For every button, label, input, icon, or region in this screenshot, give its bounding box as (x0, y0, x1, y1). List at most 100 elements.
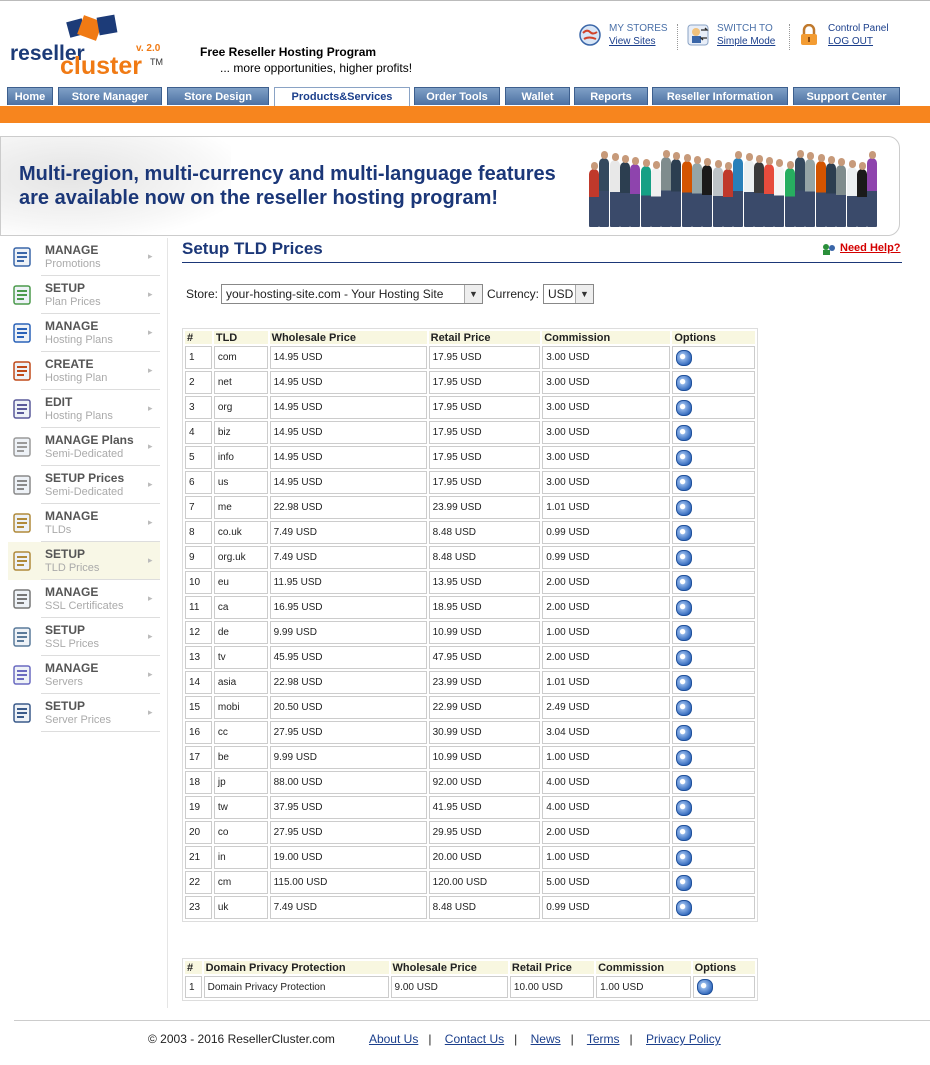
col-header-service: Domain Privacy Protection (203, 961, 389, 974)
person-figure (867, 151, 878, 227)
view-sites-link[interactable]: View Sites (609, 36, 656, 47)
table-cell-options (672, 796, 755, 819)
table-row: 5 info 14.95 USD 17.95 USD 3.00 USD (185, 446, 755, 469)
footer-link-terms[interactable]: Terms (587, 1032, 620, 1046)
table-cell: 19 (185, 796, 212, 819)
table-cell: 16.95 USD (269, 596, 427, 619)
edit-options-icon[interactable] (676, 699, 693, 716)
edit-options-icon[interactable] (676, 399, 693, 416)
table-cell: jp (213, 771, 268, 794)
edit-options-icon[interactable] (676, 749, 693, 766)
edit-options-icon[interactable] (676, 824, 693, 841)
table-cell: de (213, 621, 268, 644)
tab-support-center[interactable]: Support Center (793, 87, 900, 105)
edit-options-icon[interactable] (676, 874, 693, 891)
tab-store-design[interactable]: Store Design (167, 87, 269, 105)
person-head (714, 160, 722, 168)
tab-reports[interactable]: Reports (574, 87, 648, 105)
sidebar-item[interactable]: MANAGE TLDs ▸ (8, 504, 160, 542)
sidebar-item[interactable]: CREATE Hosting Plan ▸ (8, 352, 160, 390)
sidebar-item[interactable]: SETUP TLD Prices ▸ (8, 542, 160, 580)
table-cell: us (213, 471, 268, 494)
tab-home[interactable]: Home (7, 87, 53, 105)
sidebar-item[interactable]: MANAGE Hosting Plans ▸ (8, 314, 160, 352)
chevron-right-icon: ▸ (148, 327, 153, 337)
edit-options-icon[interactable] (676, 574, 693, 591)
simple-mode-link[interactable]: Simple Mode (717, 36, 775, 47)
edit-options-icon[interactable] (676, 599, 693, 616)
logo[interactable]: reseller cluster v. 2.0 TM (8, 14, 168, 80)
person-head (745, 153, 753, 161)
footer-link-about[interactable]: About Us (369, 1032, 418, 1046)
table-cell: 92.00 USD (428, 771, 541, 794)
edit-options-icon[interactable] (676, 474, 693, 491)
edit-options-icon[interactable] (676, 374, 693, 391)
footer-link-news[interactable]: News (531, 1032, 561, 1046)
tab-store-manager[interactable]: Store Manager (58, 87, 162, 105)
table-cell: cm (213, 871, 268, 894)
table-cell: 18.95 USD (428, 596, 541, 619)
sidebar-item[interactable]: SETUP Prices Semi-Dedicated ▸ (8, 466, 160, 504)
person-head (766, 157, 774, 165)
table-cell-options (672, 871, 755, 894)
edit-options-icon[interactable] (676, 724, 693, 741)
table-cell: 14.95 USD (269, 371, 427, 394)
sidebar-item-title: SETUP (45, 547, 86, 561)
sidebar-item[interactable]: MANAGE Servers ▸ (8, 656, 160, 694)
edit-options-icon[interactable] (676, 349, 693, 366)
table-row: 20 co 27.95 USD 29.95 USD 2.00 USD (185, 821, 755, 844)
money-icon (13, 285, 31, 305)
table-row: 16 cc 27.95 USD 30.99 USD 3.04 USD (185, 721, 755, 744)
table-cell-options (672, 721, 755, 744)
chevron-right-icon: ▸ (148, 365, 153, 375)
sidebar-item[interactable]: MANAGE Promotions ▸ (8, 238, 160, 276)
sidebar-item[interactable]: EDIT Hosting Plans ▸ (8, 390, 160, 428)
need-help-link[interactable]: Need Help? (821, 242, 901, 255)
sidebar-item[interactable]: MANAGE Plans Semi-Dedicated ▸ (8, 428, 160, 466)
store-select[interactable]: your-hosting-site.com - Your Hosting Sit… (221, 284, 483, 304)
sidebar-item[interactable]: SETUP Plan Prices ▸ (8, 276, 160, 314)
tab-wallet[interactable]: Wallet (505, 87, 570, 105)
table-cell: 10 (185, 571, 212, 594)
table-cell: 4.00 USD (542, 771, 671, 794)
edit-options-icon[interactable] (676, 799, 693, 816)
people-group-image (589, 147, 879, 227)
sidebar-item[interactable]: SETUP SSL Prices ▸ (8, 618, 160, 656)
table-cell: 17.95 USD (428, 471, 541, 494)
table-row: 1 Domain Privacy Protection 9.00 USD 10.00 … (185, 976, 755, 998)
edit-options-icon[interactable] (676, 499, 693, 516)
table-cell: 1.00 USD (596, 976, 691, 998)
tab-reseller-information[interactable]: Reseller Information (652, 87, 788, 105)
footer-link-contact[interactable]: Contact Us (445, 1032, 504, 1046)
sidebar-item[interactable]: MANAGE SSL Certificates ▸ (8, 580, 160, 618)
tab-order-tools[interactable]: Order Tools (414, 87, 500, 105)
edit-options-icon[interactable] (676, 674, 693, 691)
table-cell-options (672, 521, 755, 544)
edit-options-icon[interactable] (696, 979, 713, 995)
edit-options-icon[interactable] (676, 774, 693, 791)
person-head (611, 153, 619, 161)
sidebar-item[interactable]: SETUP Server Prices ▸ (8, 694, 160, 732)
table-cell: 37.95 USD (269, 796, 427, 819)
table-cell-options (672, 621, 755, 644)
table-cell: 11.95 USD (269, 571, 427, 594)
logout-link[interactable]: LOG OUT (828, 36, 873, 47)
edit-options-icon[interactable] (676, 449, 693, 466)
edit-options-icon[interactable] (676, 524, 693, 541)
table-cell: 17.95 USD (428, 371, 541, 394)
edit-options-icon[interactable] (676, 899, 693, 916)
table-row: 21 in 19.00 USD 20.00 USD 1.00 USD (185, 846, 755, 869)
table-cell: mobi (213, 696, 268, 719)
edit-options-icon[interactable] (676, 849, 693, 866)
table-cell: 14.95 USD (269, 421, 427, 444)
edit-options-icon[interactable] (676, 624, 693, 641)
edit-options-icon[interactable] (676, 424, 693, 441)
person-figure (774, 159, 785, 227)
tab-products-services[interactable]: Products&Services (274, 87, 410, 106)
footer-link-privacy[interactable]: Privacy Policy (646, 1032, 721, 1046)
edit-options-icon[interactable] (676, 549, 693, 566)
table-cell: 1 (185, 346, 212, 369)
currency-select[interactable]: USD ▼ (543, 284, 594, 304)
table-cell: 45.95 USD (269, 646, 427, 669)
edit-options-icon[interactable] (676, 649, 693, 666)
